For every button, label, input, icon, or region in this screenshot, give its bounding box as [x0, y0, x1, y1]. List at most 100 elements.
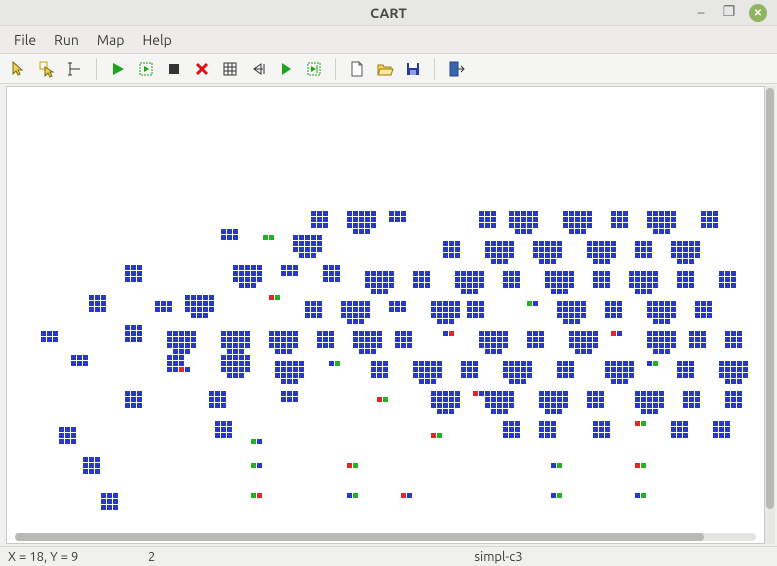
grid-cell	[563, 211, 568, 216]
grid-cell	[365, 217, 370, 222]
grid-cell	[617, 211, 622, 216]
step-left-icon[interactable]	[245, 57, 271, 81]
grid-cell	[545, 277, 550, 282]
grid-cell	[461, 277, 466, 282]
grid-cell	[557, 289, 562, 294]
grid-cell	[233, 265, 238, 270]
grid-cell	[47, 337, 52, 342]
grid-cell	[353, 307, 358, 312]
vertical-scrollbar[interactable]	[765, 86, 775, 544]
grid-cell	[647, 211, 652, 216]
grid-cell	[431, 361, 436, 366]
grid-cell	[485, 241, 490, 246]
grid-cell	[509, 223, 514, 228]
grid-cell	[713, 211, 718, 216]
grid-cell	[359, 301, 364, 306]
grid-cell	[695, 313, 700, 318]
grid-cell	[689, 337, 694, 342]
grid-cell	[491, 253, 496, 258]
delete-icon[interactable]	[189, 57, 215, 81]
grid-cell	[647, 331, 652, 336]
grid-cell	[353, 337, 358, 342]
grid-cell	[137, 337, 142, 342]
menu-map[interactable]: Map	[89, 28, 133, 52]
grid-cell	[455, 307, 460, 312]
grid-cell	[131, 271, 136, 276]
grid-cell	[221, 343, 226, 348]
grid-cell	[59, 427, 64, 432]
menu-run[interactable]: Run	[46, 28, 87, 52]
menu-help[interactable]: Help	[134, 28, 179, 52]
grid-cell	[725, 433, 730, 438]
grid-cell	[641, 247, 646, 252]
stop-icon[interactable]	[161, 57, 187, 81]
save-icon[interactable]	[400, 57, 426, 81]
grid-cell	[251, 439, 256, 444]
grid-cell	[653, 313, 658, 318]
grid-cell	[377, 373, 382, 378]
exit-icon[interactable]	[443, 57, 469, 81]
grid-cell	[503, 409, 508, 414]
grid-cell	[407, 331, 412, 336]
step-icon[interactable]	[133, 57, 159, 81]
grid-cell	[395, 217, 400, 222]
new-icon[interactable]	[344, 57, 370, 81]
menu-file[interactable]: File	[6, 28, 44, 52]
grid-cell	[515, 433, 520, 438]
minimize-icon[interactable]: –	[693, 4, 709, 20]
grid-cell	[719, 277, 724, 282]
grid-cell	[491, 343, 496, 348]
grid-cell	[653, 361, 658, 366]
grid-cell	[671, 223, 676, 228]
select-icon[interactable]	[34, 57, 60, 81]
play-icon[interactable]	[105, 57, 131, 81]
close-icon[interactable]: ✕	[749, 4, 767, 22]
grid-cell	[275, 373, 280, 378]
grid-cell	[737, 397, 742, 402]
maximize-icon[interactable]: ❐	[721, 4, 737, 20]
grid-cell	[413, 271, 418, 276]
grid-cell	[521, 223, 526, 228]
grid-cell	[227, 367, 232, 372]
grid-cell	[575, 313, 580, 318]
grid-cell	[353, 229, 358, 234]
grid-cell	[617, 331, 622, 336]
grid-cell	[287, 271, 292, 276]
grid-cell	[677, 367, 682, 372]
grid-cell	[581, 229, 586, 234]
grid-cell	[497, 253, 502, 258]
grid-cell	[707, 211, 712, 216]
step-end-icon[interactable]	[301, 57, 327, 81]
grid-cell	[575, 301, 580, 306]
grid-cell	[635, 289, 640, 294]
grid-cell	[677, 277, 682, 282]
grid-cell	[653, 307, 658, 312]
grid-cell	[401, 331, 406, 336]
measure-icon[interactable]	[62, 57, 88, 81]
grid-cell	[359, 211, 364, 216]
grid-cell	[725, 367, 730, 372]
status-model: simpl-c3	[220, 550, 777, 564]
grid-cell	[689, 259, 694, 264]
vertical-scroll-thumb[interactable]	[766, 88, 774, 509]
horizontal-scroll-thumb[interactable]	[15, 533, 704, 541]
grid-cell	[233, 355, 238, 360]
grid-cell	[305, 241, 310, 246]
open-icon[interactable]	[372, 57, 398, 81]
grid-cell	[551, 409, 556, 414]
grid-cell	[605, 301, 610, 306]
grid-cell	[287, 337, 292, 342]
grid-cell	[227, 343, 232, 348]
grid-cell	[401, 211, 406, 216]
grid-cell	[179, 343, 184, 348]
grid-cell	[593, 247, 598, 252]
pointer-icon[interactable]	[6, 57, 32, 81]
grid-cell	[635, 271, 640, 276]
grid-cell	[503, 241, 508, 246]
step-right-icon[interactable]	[273, 57, 299, 81]
grid-cell	[257, 493, 262, 498]
map-canvas[interactable]	[7, 87, 764, 529]
grid-cell	[335, 361, 340, 366]
grid-icon[interactable]	[217, 57, 243, 81]
horizontal-scrollbar[interactable]	[15, 533, 756, 541]
